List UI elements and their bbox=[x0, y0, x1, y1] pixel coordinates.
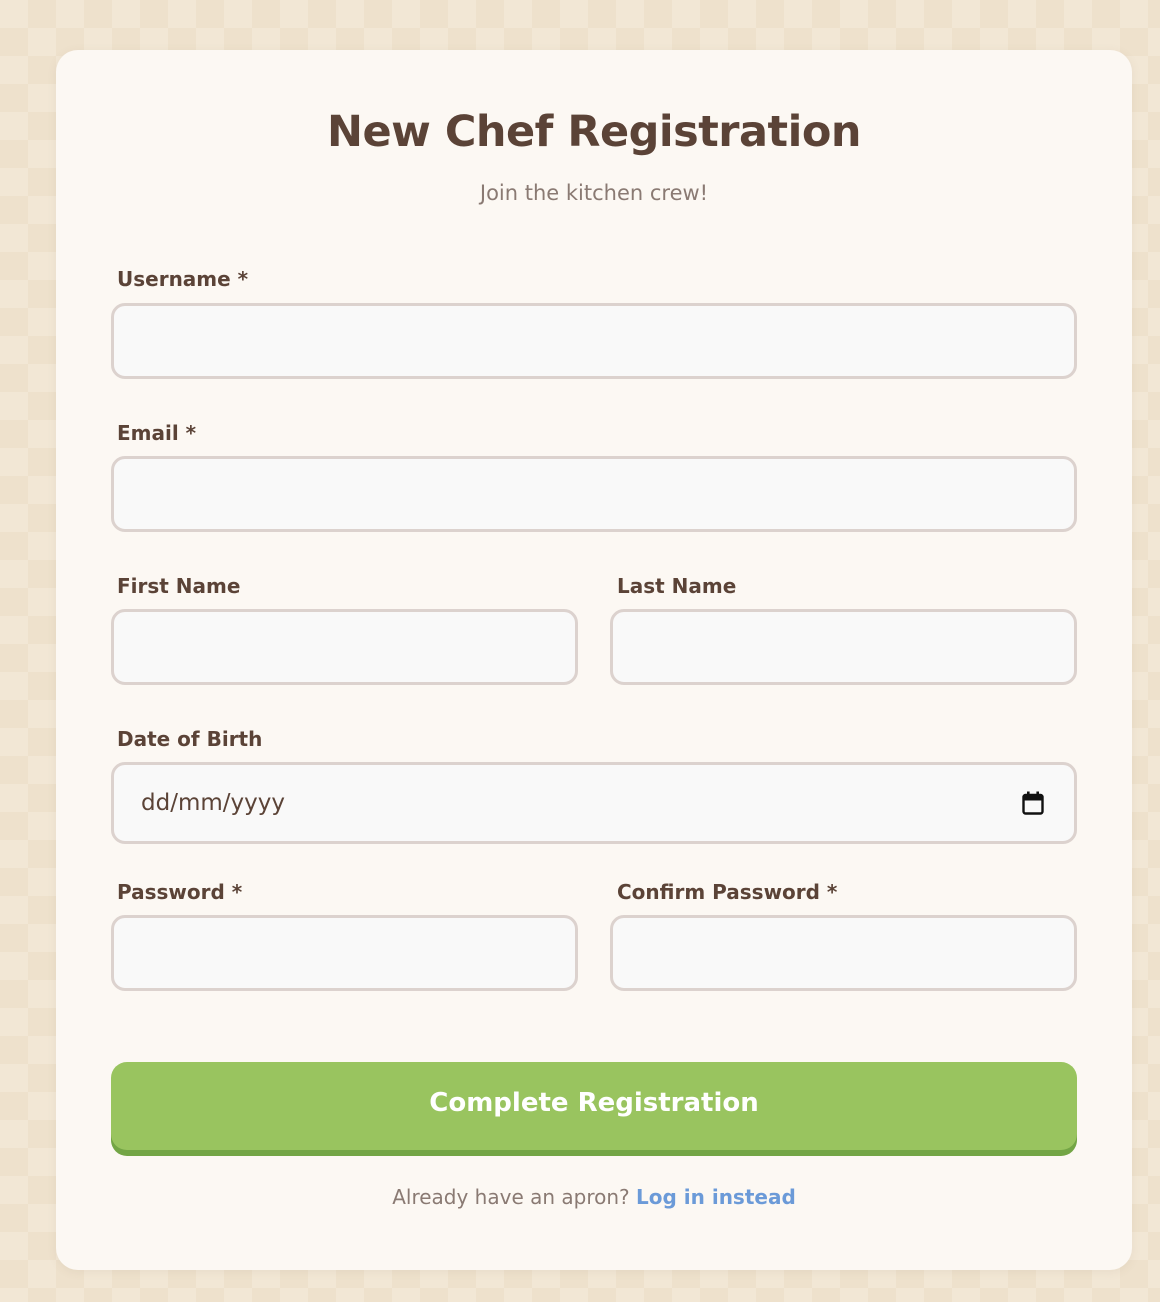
complete-registration-button[interactable]: Complete Registration bbox=[111, 1062, 1077, 1150]
email-input[interactable] bbox=[111, 456, 1077, 532]
dob-label: Date of Birth bbox=[117, 727, 263, 751]
page-title: New Chef Registration bbox=[327, 107, 861, 157]
password-input[interactable] bbox=[111, 915, 578, 991]
password-label: Password * bbox=[117, 880, 243, 904]
login-prompt-text: Already have an apron? bbox=[392, 1185, 630, 1209]
username-input[interactable] bbox=[111, 303, 1077, 379]
login-prompt: Already have an apron? Log in instead bbox=[56, 1182, 1132, 1212]
dob-placeholder: dd/mm/yyyy bbox=[141, 790, 285, 816]
dob-input[interactable]: dd/mm/yyyy bbox=[111, 762, 1077, 844]
login-link[interactable]: Log in instead bbox=[636, 1185, 796, 1209]
confirm-password-input[interactable] bbox=[610, 915, 1077, 991]
confirm-password-label: Confirm Password * bbox=[617, 880, 838, 904]
calendar-icon[interactable] bbox=[1022, 791, 1044, 815]
username-label: Username * bbox=[117, 267, 249, 291]
email-label: Email * bbox=[117, 421, 197, 445]
first-name-input[interactable] bbox=[111, 609, 578, 685]
registration-card: New Chef Registration Join the kitchen c… bbox=[56, 50, 1132, 1270]
page-subtitle: Join the kitchen crew! bbox=[479, 181, 709, 205]
first-name-label: First Name bbox=[117, 574, 241, 598]
last-name-label: Last Name bbox=[617, 574, 737, 598]
last-name-input[interactable] bbox=[610, 609, 1077, 685]
